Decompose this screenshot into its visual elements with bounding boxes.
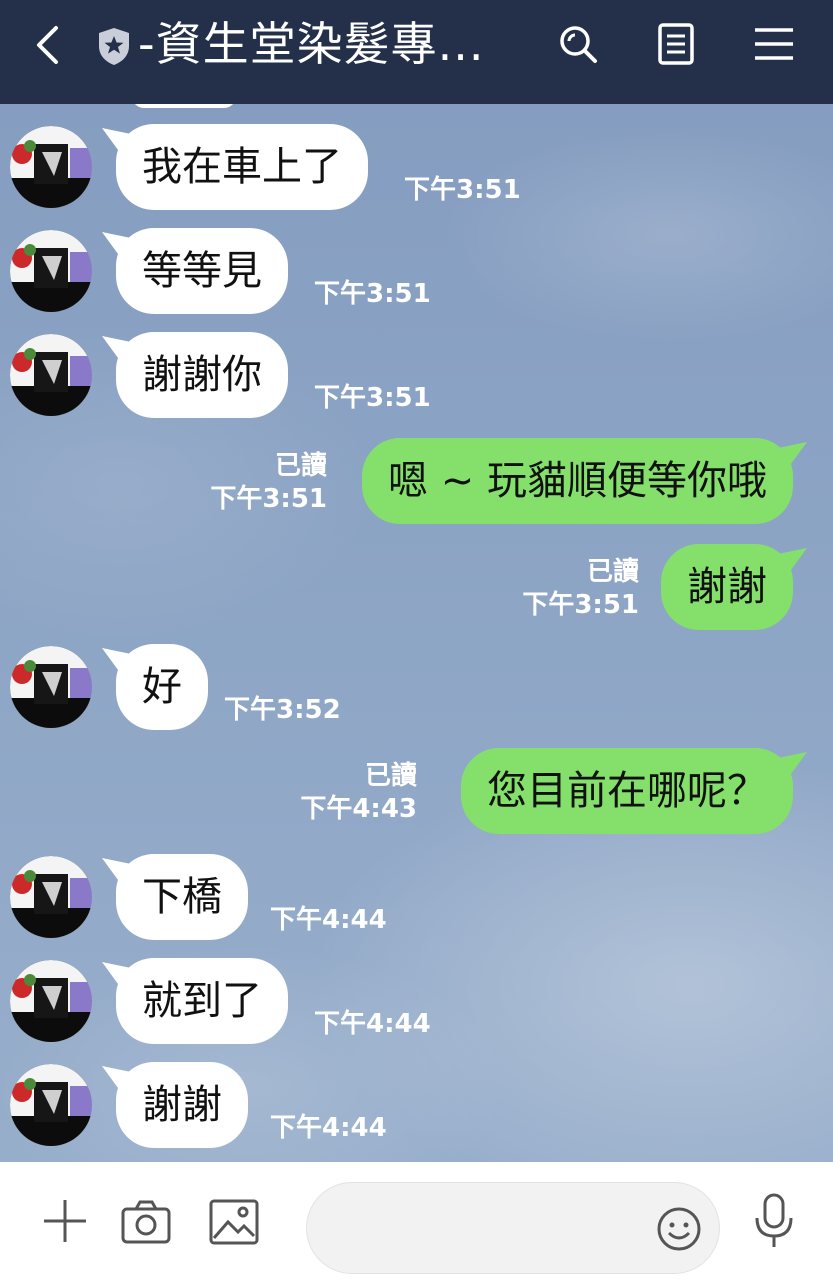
message-time: 下午4:44 xyxy=(270,905,387,935)
notes-icon[interactable] xyxy=(652,20,700,68)
read-receipt: 已讀 xyxy=(274,451,327,481)
chat-header: -資生堂染髮專... xyxy=(0,0,833,104)
plus-icon[interactable] xyxy=(40,1196,90,1246)
search-icon[interactable] xyxy=(554,20,602,68)
message-bubble[interactable]: 謝謝你 xyxy=(116,332,288,418)
message-meta: 已讀 下午4:43 xyxy=(300,760,417,826)
message-input[interactable] xyxy=(335,1205,645,1253)
avatar[interactable] xyxy=(10,960,92,1042)
message-meta: 已讀 下午3:51 xyxy=(210,450,327,516)
message-bubble[interactable]: 我在車上了 xyxy=(116,124,368,210)
message-time: 下午3:51 xyxy=(314,383,431,413)
message-list[interactable]: 我在車上了 下午3:51 等等見 下午3:51 謝謝你 下午3:51 已讀 下午… xyxy=(0,104,833,1162)
message-time: 下午3:51 xyxy=(404,175,521,205)
image-icon[interactable] xyxy=(208,1198,260,1246)
input-bar xyxy=(0,1162,833,1280)
message-bubble[interactable]: 等等見 xyxy=(116,228,288,314)
avatar[interactable] xyxy=(10,334,92,416)
menu-icon[interactable] xyxy=(750,20,798,68)
message-bubble[interactable]: 好 xyxy=(116,644,208,730)
avatar[interactable] xyxy=(10,230,92,312)
message-bubble[interactable]: 謝謝 xyxy=(661,544,793,630)
emoji-icon[interactable] xyxy=(655,1205,703,1253)
camera-icon[interactable] xyxy=(120,1198,172,1246)
avatar[interactable] xyxy=(10,126,92,208)
chat-title: -資生堂染髮專... xyxy=(138,17,485,71)
message-time: 下午3:51 xyxy=(522,590,639,620)
back-icon[interactable] xyxy=(26,20,70,70)
shield-icon xyxy=(99,28,129,65)
avatar[interactable] xyxy=(10,646,92,728)
message-meta: 已讀 下午3:51 xyxy=(522,556,639,622)
avatar[interactable] xyxy=(10,1064,92,1146)
message-bubble[interactable]: 謝謝 xyxy=(116,1062,248,1148)
message-bubble[interactable]: 就到了 xyxy=(116,958,288,1044)
message-bubble[interactable]: 您目前在哪呢？ xyxy=(461,748,793,834)
read-receipt: 已讀 xyxy=(586,557,639,587)
avatar[interactable] xyxy=(10,856,92,938)
message-time: 下午4:43 xyxy=(300,794,417,824)
message-time: 下午4:44 xyxy=(270,1113,387,1143)
microphone-icon[interactable] xyxy=(752,1192,796,1250)
message-time: 下午4:44 xyxy=(314,1009,431,1039)
previous-message-bubble xyxy=(132,104,236,108)
message-bubble[interactable]: 嗯 ~ 玩貓順便等你哦 xyxy=(362,438,793,524)
read-receipt: 已讀 xyxy=(364,761,417,791)
message-input-field[interactable] xyxy=(306,1182,720,1274)
message-time: 下午3:52 xyxy=(224,695,341,725)
message-bubble[interactable]: 下橋 xyxy=(116,854,248,940)
message-time: 下午3:51 xyxy=(314,279,431,309)
message-time: 下午3:51 xyxy=(210,484,327,514)
